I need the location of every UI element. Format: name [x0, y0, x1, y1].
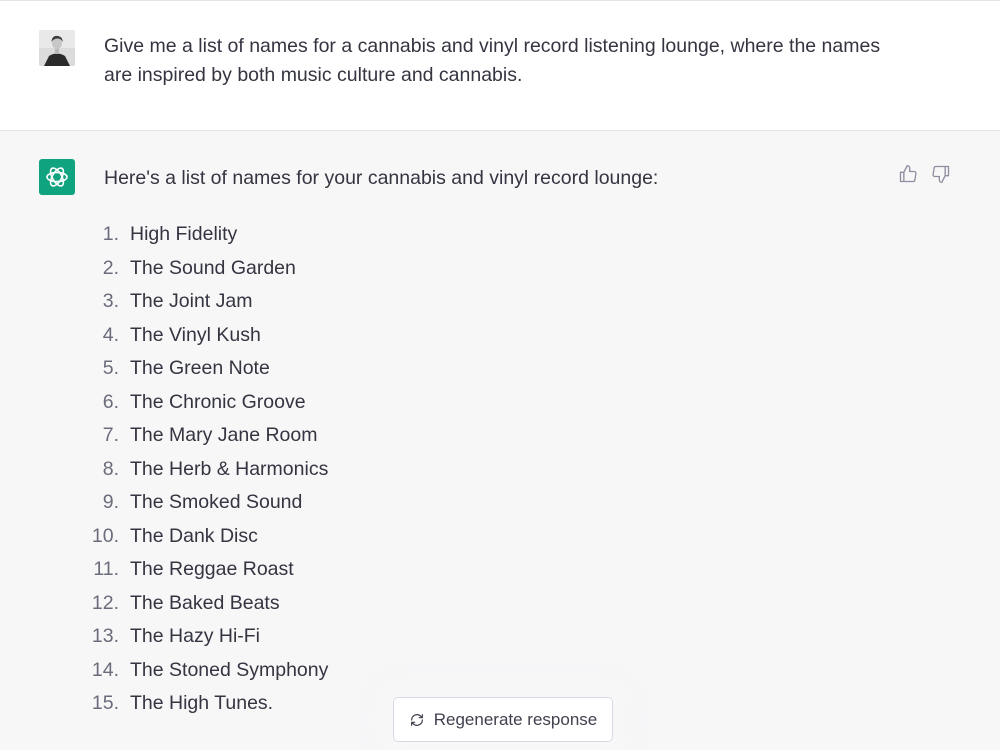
list-item-number: 12. — [91, 591, 119, 614]
list-item: 15. The High Tunes. — [80, 687, 328, 721]
list-item-name: The Vinyl Kush — [130, 323, 261, 346]
list-item: 2. The Sound Garden — [80, 252, 328, 286]
assistant-avatar — [39, 159, 75, 195]
list-item-number: 1. — [102, 223, 119, 245]
list-item-name: The Sound Garden — [130, 256, 296, 279]
names-list: 1. High Fidelity 2. The Sound Garden 3. The J… — [80, 218, 328, 721]
thumbs-down-icon — [932, 165, 950, 183]
list-item-number: 14. — [91, 658, 119, 681]
list-item-number: 5. — [102, 357, 119, 379]
user-message-text: Give me a list of names for a cannabis a… — [104, 35, 881, 86]
list-item-number: 13. — [91, 625, 119, 647]
list-item-name: High Fidelity — [130, 223, 238, 245]
list-item: 6. The Chronic Groove — [80, 386, 328, 420]
list-item-number: 6. — [102, 390, 119, 413]
list-item-name: The Green Note — [130, 357, 270, 379]
list-item-number: 8. — [102, 457, 119, 480]
list-item-number: 3. — [102, 290, 119, 312]
list-item-name: The Reggae Roast — [130, 558, 294, 580]
thumbs-down-button[interactable] — [930, 163, 952, 185]
list-item-name: The Dank Disc — [130, 524, 258, 547]
assistant-message: Here's a list of names for your cannabis… — [0, 131, 1000, 750]
list-item-name: The Mary Jane Room — [130, 424, 318, 446]
list-item: 4. The Vinyl Kush — [80, 319, 328, 353]
list-item-name: The Smoked Sound — [130, 491, 303, 513]
regenerate-response-button[interactable]: Regenerate response — [393, 697, 613, 742]
list-item-name: The Hazy Hi-Fi — [130, 625, 261, 647]
chat-page: Give me a list of names for a cannabis a… — [0, 0, 1000, 750]
openai-logo-icon — [46, 167, 68, 187]
list-item: 9. The Smoked Sound — [80, 486, 328, 520]
list-item-name: The Herb & Harmonics — [130, 457, 329, 480]
list-item: 12. The Baked Beats — [80, 587, 328, 621]
list-item-number: 11. — [93, 558, 119, 580]
list-item: 1. High Fidelity — [80, 218, 328, 252]
user-message: Give me a list of names for a cannabis a… — [0, 0, 1000, 131]
list-item: 11. The Reggae Roast — [80, 553, 328, 587]
thumbs-up-button[interactable] — [897, 163, 919, 185]
list-item: 13. The Hazy Hi-Fi — [80, 620, 328, 654]
list-item-name: The High Tunes. — [130, 692, 274, 714]
user-avatar — [39, 30, 75, 66]
list-item-number: 10. — [91, 524, 119, 547]
list-item: 3. The Joint Jam — [80, 285, 328, 319]
regenerate-response-label: Regenerate response — [433, 709, 598, 729]
assistant-intro-text: Here's a list of names for your cannabis… — [104, 167, 659, 189]
list-item: 7. The Mary Jane Room — [80, 419, 328, 453]
refresh-icon — [409, 712, 425, 728]
list-item-number: 15. — [91, 692, 119, 714]
list-item-name: The Baked Beats — [130, 591, 280, 614]
list-item: 14. The Stoned Symphony — [80, 654, 328, 688]
list-item-number: 7. — [102, 424, 119, 446]
list-item: 8. The Herb & Harmonics — [80, 453, 329, 487]
list-item-name: The Stoned Symphony — [130, 658, 329, 681]
thumbs-up-icon — [899, 165, 917, 183]
list-item-number: 4. — [102, 323, 119, 346]
list-item: 5. The Green Note — [80, 352, 328, 386]
user-avatar-photo — [39, 30, 75, 66]
list-item-name: The Chronic Groove — [130, 390, 306, 413]
list-item: 10. The Dank Disc — [80, 520, 328, 554]
list-item-number: 2. — [102, 256, 119, 279]
list-item-name: The Joint Jam — [130, 290, 253, 312]
list-item-number: 9. — [102, 491, 119, 513]
